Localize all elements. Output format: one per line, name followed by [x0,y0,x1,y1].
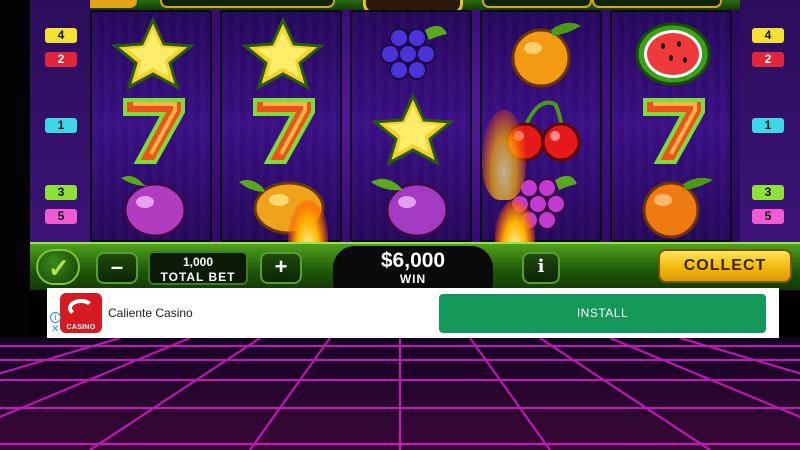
top-level-pill [482,0,592,8]
screen: 4 2 1 3 5 4 2 1 3 5 ✓ – 1,000 TOTAL BET … [0,0,800,450]
check-icon: ✓ [48,253,70,283]
caliente-logo[interactable]: CASINO [60,293,102,333]
logo-swoosh-icon [68,299,94,317]
seven-icon [233,92,333,166]
payline-indicator: 1 [752,118,784,133]
seven-icon [623,92,723,166]
win-value: $6,000 [380,249,446,272]
neon-grid [0,338,800,450]
ad-banner[interactable]: CASINO i ✕ Caliente Casino INSTALL [47,288,779,338]
total-bet-label: TOTAL BET [160,270,236,284]
plum-icon [103,166,203,240]
payline-indicator: 3 [752,185,784,200]
payline-column-right: 4 2 1 3 5 [740,0,800,244]
payline-indicator: 4 [45,28,77,43]
star-icon [103,16,203,91]
slot-game: 4 2 1 3 5 4 2 1 3 5 ✓ – 1,000 TOTAL BET … [30,0,800,290]
top-bonus-pill[interactable] [592,0,722,8]
decrease-bet-button[interactable]: – [96,252,138,284]
neon-grid-floor [0,338,800,450]
flame-effect [482,110,526,200]
payline-indicator: 4 [752,28,784,43]
ad-info-icon[interactable]: i [50,312,61,323]
total-bet-display: 1,000 TOTAL BET [148,251,248,285]
top-balance-pill [160,0,335,8]
left-black-strip [0,0,30,338]
reel-1 [90,10,212,242]
payline-indicator: 5 [752,209,784,224]
seven-icon [103,92,203,166]
install-button[interactable]: INSTALL [439,294,766,333]
payline-column-left: 4 2 1 3 5 [30,0,90,244]
reel-5 [610,10,732,242]
info-button[interactable]: i [522,252,560,284]
payline-indicator: 2 [752,52,784,67]
grapes-icon [363,16,463,90]
payline-indicator: 3 [45,185,77,200]
logo-text: CASINO [66,324,96,331]
top-bar [30,0,800,14]
payline-indicator: 1 [45,118,77,133]
ad-app-name[interactable]: Caliente Casino [108,306,193,320]
orange-icon [493,16,593,90]
payline-indicator: 2 [45,52,77,67]
ad-close-icon[interactable]: ✕ [51,325,59,335]
collect-button[interactable]: COLLECT [658,249,792,283]
payline-indicator: 5 [45,209,77,224]
total-bet-value: 1,000 [182,255,214,269]
win-display: $6,000 WIN [333,246,493,290]
increase-bet-button[interactable]: + [260,252,302,284]
star-icon [233,16,333,91]
reel-3 [350,10,472,242]
win-label: WIN [399,272,427,286]
autoplay-check-button[interactable]: ✓ [36,249,80,285]
plum-icon [363,166,463,240]
orange-icon [623,166,723,240]
star-icon [363,92,463,167]
watermelon-icon [623,16,723,90]
control-bar: ✓ – 1,000 TOTAL BET + $6,000 WIN i COLLE… [30,242,800,290]
reel-2 [220,10,342,242]
